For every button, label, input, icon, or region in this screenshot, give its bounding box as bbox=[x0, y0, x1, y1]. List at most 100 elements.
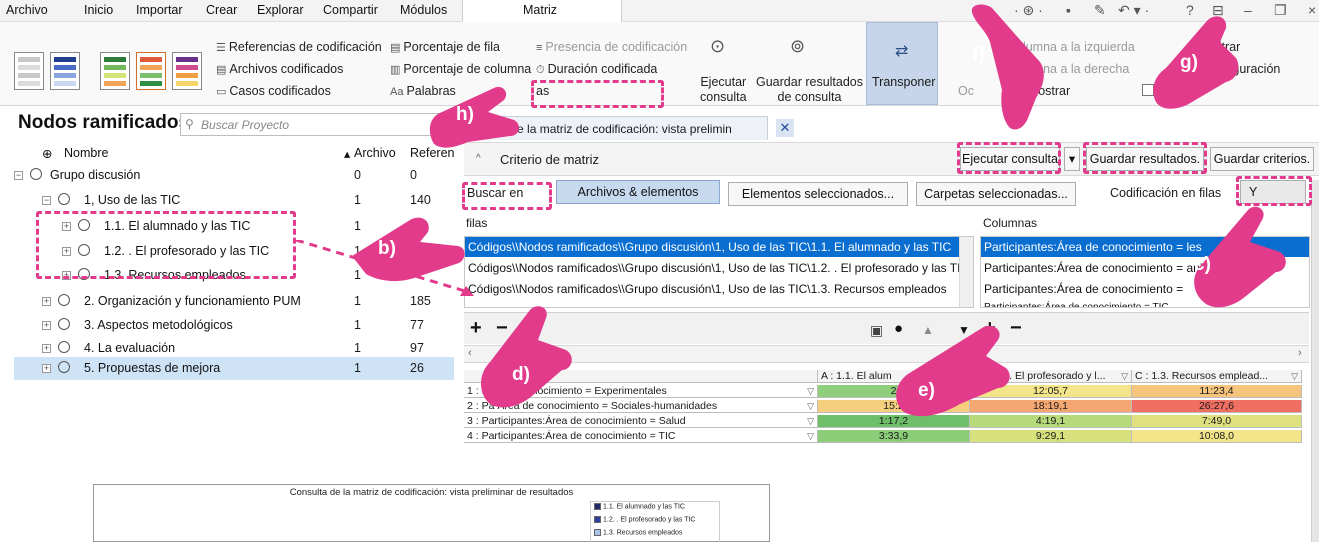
run-query-icon: ⊙ bbox=[710, 36, 726, 56]
tree-row-refer: 97 bbox=[410, 341, 424, 355]
expand-icon[interactable]: + bbox=[42, 364, 51, 373]
restore-icon[interactable]: ❐ bbox=[1274, 2, 1287, 19]
matrix-row[interactable]: 4 : Participantes:Área de conocimiento =… bbox=[464, 430, 1309, 443]
style-swatch-5[interactable] bbox=[172, 52, 202, 90]
collapse-criteria-icon[interactable]: ^ bbox=[476, 153, 481, 164]
tree-row[interactable]: + 3. Aspectos metodológicos 1 77 bbox=[14, 314, 454, 337]
edit-icon[interactable]: ✎ bbox=[1094, 2, 1106, 19]
expand-icon[interactable]: + bbox=[62, 271, 71, 280]
guardar-resultados-btn[interactable]: Guardar resultados. bbox=[1086, 147, 1204, 171]
list-item[interactable]: Códigos\\Nodos ramificados\\Grupo discus… bbox=[465, 237, 973, 257]
menu-modulos[interactable]: Módulos bbox=[400, 3, 447, 17]
buscar-en-label: Buscar en bbox=[467, 186, 524, 200]
tree-row-refer: 26 bbox=[410, 361, 424, 375]
style-swatch-4[interactable] bbox=[136, 52, 166, 90]
expand-icon[interactable]: + bbox=[42, 344, 51, 353]
ribbon-porcentaje-columna[interactable]: ▥ Porcentaje de columna bbox=[390, 62, 531, 76]
tab-archivos-elementos[interactable]: Archivos & elementos bbox=[556, 180, 720, 204]
menu-inicio[interactable]: Inicio bbox=[84, 3, 113, 17]
filas-scrollbar[interactable] bbox=[959, 237, 973, 307]
node-icon bbox=[58, 294, 70, 306]
tree-row-selected[interactable]: + 5. Propuestas de mejora 1 26 bbox=[14, 357, 454, 380]
criteria-icon[interactable]: ▣ bbox=[870, 320, 883, 340]
matrix-row-label: 4 : Participantes:Área de conocimiento =… bbox=[464, 430, 818, 443]
list-item[interactable]: Códigos\\Nodos ramificados\\Grupo discus… bbox=[465, 279, 973, 299]
criteria-bar: ^ Criterio de matriz Ejecutar consulta ▾… bbox=[464, 142, 1319, 176]
legend-swatch bbox=[594, 503, 601, 510]
search-input[interactable]: ⚲ Buscar Proyecto bbox=[180, 113, 452, 136]
expand-icon[interactable]: + bbox=[42, 297, 51, 306]
annotation-label-c: c) bbox=[1194, 254, 1211, 275]
style-swatch-2[interactable] bbox=[50, 52, 80, 90]
ribbon-archivos-codificados[interactable]: ▤ Archivos codificados bbox=[216, 62, 343, 76]
tab-matriz[interactable]: Matriz bbox=[462, 0, 622, 22]
annotation-label-d: d) bbox=[512, 364, 530, 385]
filter-icon[interactable]: ▽ bbox=[807, 430, 814, 442]
filter-icon[interactable]: ▽ bbox=[1291, 370, 1298, 382]
ribbon-duracion-codificada[interactable]: ⏱ Duración codificada bbox=[536, 62, 657, 77]
filter-icon[interactable]: ▽ bbox=[807, 415, 814, 427]
matrix-cell[interactable]: 11:23,4 bbox=[1132, 385, 1302, 398]
legend-swatch bbox=[594, 529, 601, 536]
pointer-hand-h bbox=[429, 86, 519, 148]
ribbon-presencia[interactable]: ≡ Presencia de codificación bbox=[536, 40, 687, 54]
tab-elementos-seleccionados[interactable]: Elementos seleccionados... bbox=[728, 182, 908, 206]
close-tab-icon[interactable]: ✕ bbox=[776, 119, 794, 137]
collapse-icon[interactable]: − bbox=[14, 171, 23, 180]
menu-compartir[interactable]: Compartir bbox=[323, 3, 378, 17]
menu-archivo[interactable]: Archivo bbox=[6, 3, 48, 17]
ribbon-casos-codificados[interactable]: ▭ Casos codificados bbox=[216, 84, 331, 98]
tree-row-label: 1.2. . El profesorado y las TIC bbox=[104, 244, 270, 258]
list-item[interactable]: Códigos\\Nodos ramificados\\Grupo discus… bbox=[465, 258, 973, 278]
menu-explorar[interactable]: Explorar bbox=[257, 3, 304, 17]
sort-icon[interactable]: ▴ bbox=[344, 146, 350, 161]
vertical-scrollbar[interactable] bbox=[1311, 180, 1319, 542]
tab-carpetas-seleccionadas[interactable]: Carpetas seleccionadas... bbox=[916, 182, 1076, 206]
pointer-hand-d bbox=[481, 306, 572, 408]
undo-icon[interactable]: ↶ ▾ · bbox=[1118, 2, 1149, 19]
column-header-nombre[interactable]: Nombre bbox=[64, 146, 108, 160]
matrix-cell[interactable]: 10:08,0 bbox=[1132, 430, 1302, 443]
expand-icon[interactable]: + bbox=[62, 247, 71, 256]
dropdown-icon[interactable]: ▾ bbox=[1064, 147, 1080, 171]
panel-title: Nodos ramificados bbox=[18, 112, 190, 133]
style-swatch-3[interactable] bbox=[100, 52, 130, 90]
ribbon-referencias[interactable]: ☰ Referencias de codificación bbox=[216, 40, 382, 54]
criteria-label: Criterio de matriz bbox=[500, 152, 599, 167]
expand-icon[interactable]: + bbox=[62, 222, 71, 231]
expand-icon[interactable]: + bbox=[42, 321, 51, 330]
tree-row[interactable]: − Grupo discusión 0 0 bbox=[14, 164, 454, 187]
node-icon bbox=[78, 268, 90, 280]
guardar-criterios-btn[interactable]: Guardar criterios. bbox=[1210, 147, 1314, 171]
search-icon: ⚲ bbox=[185, 117, 194, 131]
pointer-hand-b bbox=[352, 217, 465, 282]
close-icon[interactable]: × bbox=[1308, 2, 1316, 18]
tree-row-label: 4. La evaluación bbox=[84, 341, 176, 355]
matrix-row-label: 3 : Participantes:Área de conocimiento =… bbox=[464, 415, 818, 428]
matrix-cell[interactable]: 3:33,9 bbox=[818, 430, 970, 443]
save-icon[interactable]: ▪ bbox=[1066, 2, 1071, 18]
filter-icon[interactable]: ▽ bbox=[1121, 370, 1128, 382]
style-swatch-1[interactable] bbox=[14, 52, 44, 90]
annotation-label-g: g) bbox=[1180, 52, 1198, 73]
add-column-icon[interactable]: ⊕ bbox=[42, 146, 52, 161]
menu-importar[interactable]: Importar bbox=[136, 3, 183, 17]
ribbon-col3-third[interactable]: as bbox=[536, 84, 549, 98]
filter-icon[interactable]: ▽ bbox=[807, 400, 814, 412]
matrix-cell[interactable]: 9:29,1 bbox=[970, 430, 1132, 443]
filas-list[interactable]: Códigos\\Nodos ramificados\\Grupo discus… bbox=[464, 236, 974, 308]
collapse-icon[interactable]: − bbox=[42, 196, 51, 205]
guardar-resultados-consulta-button[interactable]: Guardar resultados de consulta bbox=[756, 75, 863, 105]
matrix-col-header[interactable]: C : 1.3. Recursos emplead... ▽ bbox=[1132, 370, 1302, 383]
ejecutar-consulta-button[interactable]: Ejecutar consulta bbox=[700, 75, 747, 105]
column-header-archivo[interactable]: Archivo bbox=[354, 146, 396, 160]
scroll-right-icon[interactable]: › bbox=[1298, 347, 1302, 359]
ejecutar-consulta-btn[interactable]: Ejecutar consulta bbox=[960, 147, 1060, 171]
menu-crear[interactable]: Crear bbox=[206, 3, 237, 17]
transponer-button[interactable]: ⇄ Transponer bbox=[866, 22, 938, 105]
ribbon-porcentaje-fila[interactable]: ▤ Porcentaje de fila bbox=[390, 40, 500, 54]
tree-row-label: 5. Propuestas de mejora bbox=[84, 361, 221, 375]
matrix-cell[interactable]: 26:27,6 bbox=[1132, 400, 1302, 413]
matrix-cell[interactable]: 7:49,0 bbox=[1132, 415, 1302, 428]
filter-icon[interactable]: ▽ bbox=[807, 385, 814, 397]
